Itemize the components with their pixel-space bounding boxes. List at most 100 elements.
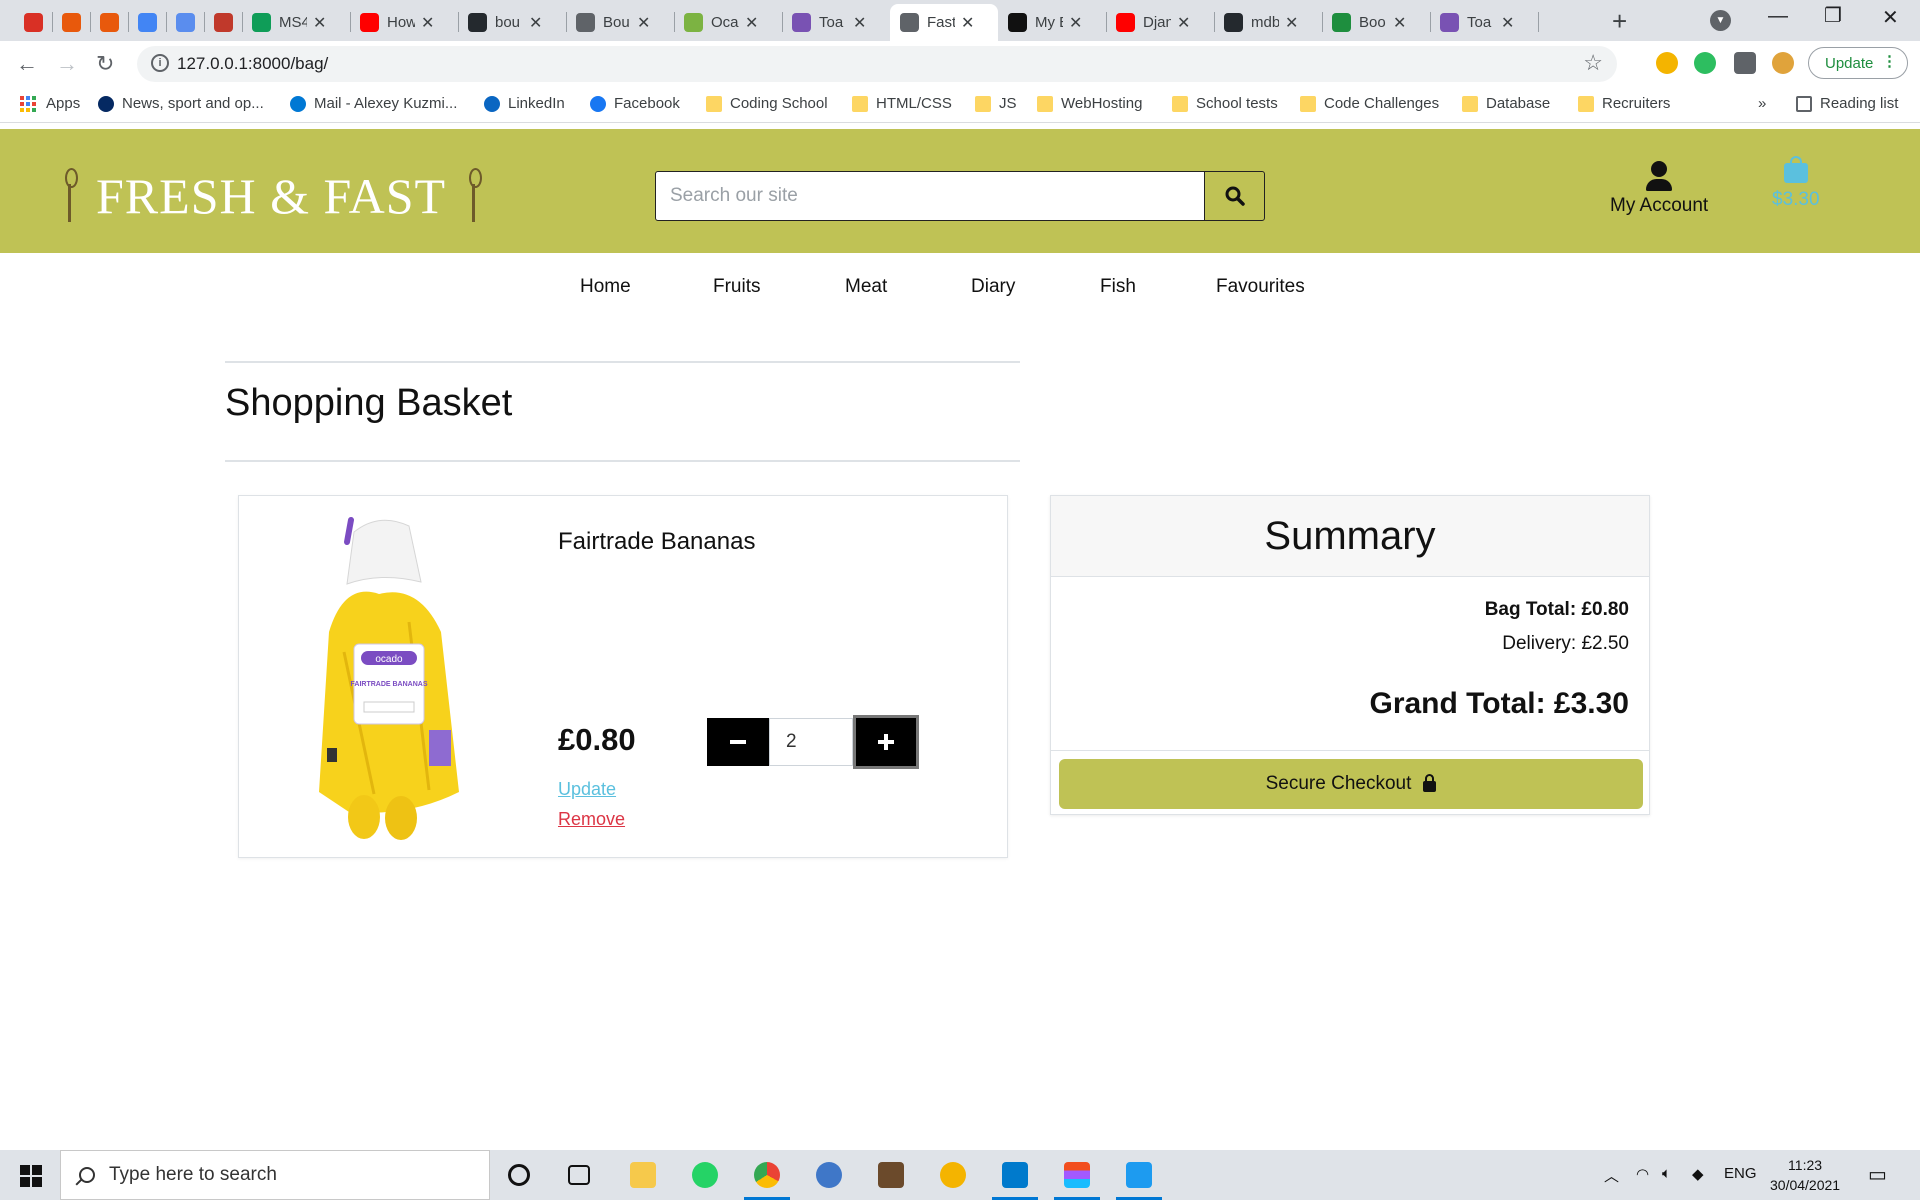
system-clock[interactable]: 11:23 30/04/2021	[1770, 1155, 1840, 1195]
bookmarks-overflow[interactable]: »	[1758, 95, 1766, 112]
thunderbird-icon[interactable]	[816, 1162, 842, 1188]
browser-tab[interactable]: Oca ✕	[674, 4, 782, 41]
site-info-icon[interactable]: i	[151, 54, 169, 72]
tray-chevron-icon[interactable]: ︿	[1604, 1165, 1619, 1186]
vscode-icon[interactable]	[992, 1162, 1038, 1200]
figma-icon[interactable]	[1054, 1162, 1100, 1200]
close-tab-icon[interactable]: ✕	[961, 13, 974, 33]
browser-tab[interactable]: bou ✕	[458, 4, 566, 41]
quantity-input[interactable]: 2	[769, 718, 853, 766]
bookmark-item[interactable]: Facebook	[590, 95, 680, 112]
bookmark-item[interactable]: Coding School	[706, 95, 828, 112]
nav-diary[interactable]: Diary	[971, 276, 1015, 298]
secure-checkout-button[interactable]: Secure Checkout	[1059, 759, 1643, 809]
windows-start-icon[interactable]	[20, 1165, 42, 1187]
bookmark-item[interactable]: HTML/CSS	[852, 95, 952, 112]
hand-app-icon[interactable]	[940, 1162, 966, 1188]
browser-tab[interactable]	[128, 4, 166, 41]
site-search-button[interactable]	[1204, 171, 1265, 221]
close-tab-icon[interactable]: ✕	[421, 13, 434, 33]
tab-search-icon[interactable]: ▼	[1710, 10, 1731, 31]
remove-item-link[interactable]: Remove	[558, 809, 625, 830]
bookmark-item[interactable]: Recruiters	[1578, 95, 1670, 112]
whatsapp-icon[interactable]	[692, 1162, 718, 1188]
dropbox-icon[interactable]: ◆	[1692, 1165, 1704, 1183]
browser-tab[interactable]: mdb ✕	[1214, 4, 1322, 41]
browser-tab[interactable]: Toa ✕	[1430, 4, 1538, 41]
task-view-icon[interactable]	[568, 1165, 590, 1185]
profile-avatar[interactable]	[1772, 52, 1794, 74]
bookmark-item[interactable]: Code Challenges	[1300, 95, 1439, 112]
notifications-icon[interactable]: ▭	[1868, 1162, 1887, 1187]
bookmark-item[interactable]: LinkedIn	[484, 95, 565, 112]
bookmark-item[interactable]: News, sport and op...	[98, 95, 264, 112]
nav-home[interactable]: Home	[580, 276, 631, 298]
back-icon[interactable]: ←	[16, 51, 38, 77]
close-tab-icon[interactable]: ✕	[853, 13, 866, 33]
volume-icon[interactable]: 🔈︎	[1662, 1165, 1671, 1182]
close-tab-icon[interactable]: ✕	[1069, 13, 1082, 33]
browser-tab[interactable]	[204, 4, 242, 41]
browser-tab[interactable]: Toa ✕	[782, 4, 890, 41]
close-tab-icon[interactable]: ✕	[1393, 13, 1406, 33]
my-account-link[interactable]: My Account	[1610, 161, 1708, 217]
minecraft-icon[interactable]	[878, 1162, 904, 1188]
browser-tab[interactable]	[52, 4, 90, 41]
browser-tab[interactable]	[166, 4, 204, 41]
forward-icon[interactable]: →	[56, 51, 78, 77]
chrome-icon[interactable]	[744, 1162, 790, 1200]
evernote-icon[interactable]	[1694, 52, 1716, 74]
browser-tab[interactable]: Fast ✕	[890, 4, 998, 41]
cortana-icon[interactable]	[508, 1164, 530, 1186]
brand-logo[interactable]: FRESH & FAST	[62, 167, 483, 225]
browser-tab[interactable]: MS4 ✕	[242, 4, 350, 41]
address-bar[interactable]: i 127.0.0.1:8000/bag/ ☆	[137, 46, 1617, 82]
bookmark-item[interactable]: WebHosting	[1037, 95, 1142, 112]
update-item-link[interactable]: Update	[558, 779, 616, 800]
bookmark-star-icon[interactable]: ☆	[1583, 50, 1603, 76]
language-indicator[interactable]: ENG	[1724, 1165, 1757, 1182]
close-window-icon[interactable]: ✕	[1882, 5, 1899, 30]
nav-fruits[interactable]: Fruits	[713, 276, 761, 298]
address-url[interactable]: 127.0.0.1:8000/bag/	[177, 54, 328, 74]
minimize-icon[interactable]: —	[1768, 5, 1788, 28]
reload-icon[interactable]: ↻	[96, 51, 114, 77]
decrement-quantity-button[interactable]	[707, 718, 769, 766]
site-search-input[interactable]: Search our site	[655, 171, 1205, 221]
wifi-icon[interactable]: ◠	[1636, 1165, 1649, 1183]
close-tab-icon[interactable]: ✕	[745, 13, 758, 33]
browser-tab[interactable]: How ✕	[350, 4, 458, 41]
slack-icon[interactable]	[1116, 1162, 1162, 1200]
file-explorer-icon[interactable]	[630, 1162, 656, 1188]
close-tab-icon[interactable]: ✕	[313, 13, 326, 33]
bookmark-item[interactable]: Mail - Alexey Kuzmi...	[290, 95, 457, 112]
increment-quantity-button[interactable]	[853, 715, 919, 769]
close-tab-icon[interactable]: ✕	[529, 13, 542, 33]
shopping-bag-link[interactable]: $3.30	[1772, 156, 1820, 211]
bookmark-item[interactable]: School tests	[1172, 95, 1278, 112]
browser-tab[interactable]	[14, 4, 52, 41]
extension-hand-icon[interactable]	[1656, 52, 1678, 74]
nav-fish[interactable]: Fish	[1100, 276, 1136, 298]
close-tab-icon[interactable]: ✕	[1177, 13, 1190, 33]
bookmark-apps[interactable]: Apps	[20, 95, 80, 112]
bookmark-item[interactable]: JS	[975, 95, 1017, 112]
browser-tab[interactable]: Boo ✕	[1322, 4, 1430, 41]
browser-tab[interactable]: My E ✕	[998, 4, 1106, 41]
browser-tab[interactable]	[90, 4, 128, 41]
close-tab-icon[interactable]: ✕	[1285, 13, 1298, 33]
reading-list[interactable]: Reading list	[1796, 95, 1898, 112]
restore-icon[interactable]: ❐	[1824, 3, 1842, 28]
product-name[interactable]: Fairtrade Bananas	[558, 528, 755, 556]
new-tab-button[interactable]: +	[1612, 6, 1627, 37]
close-tab-icon[interactable]: ✕	[637, 13, 650, 33]
extensions-puzzle-icon[interactable]	[1734, 52, 1756, 74]
chrome-update-button[interactable]: Update ⋮	[1808, 47, 1908, 79]
browser-tab[interactable]: Djan ✕	[1106, 4, 1214, 41]
bookmark-item[interactable]: Database	[1462, 95, 1550, 112]
close-tab-icon[interactable]: ✕	[1501, 13, 1514, 33]
nav-favourites[interactable]: Favourites	[1216, 276, 1305, 298]
nav-meat[interactable]: Meat	[845, 276, 887, 298]
taskbar-search-input[interactable]: Type here to search	[60, 1150, 490, 1200]
browser-tab[interactable]: Bou ✕	[566, 4, 674, 41]
